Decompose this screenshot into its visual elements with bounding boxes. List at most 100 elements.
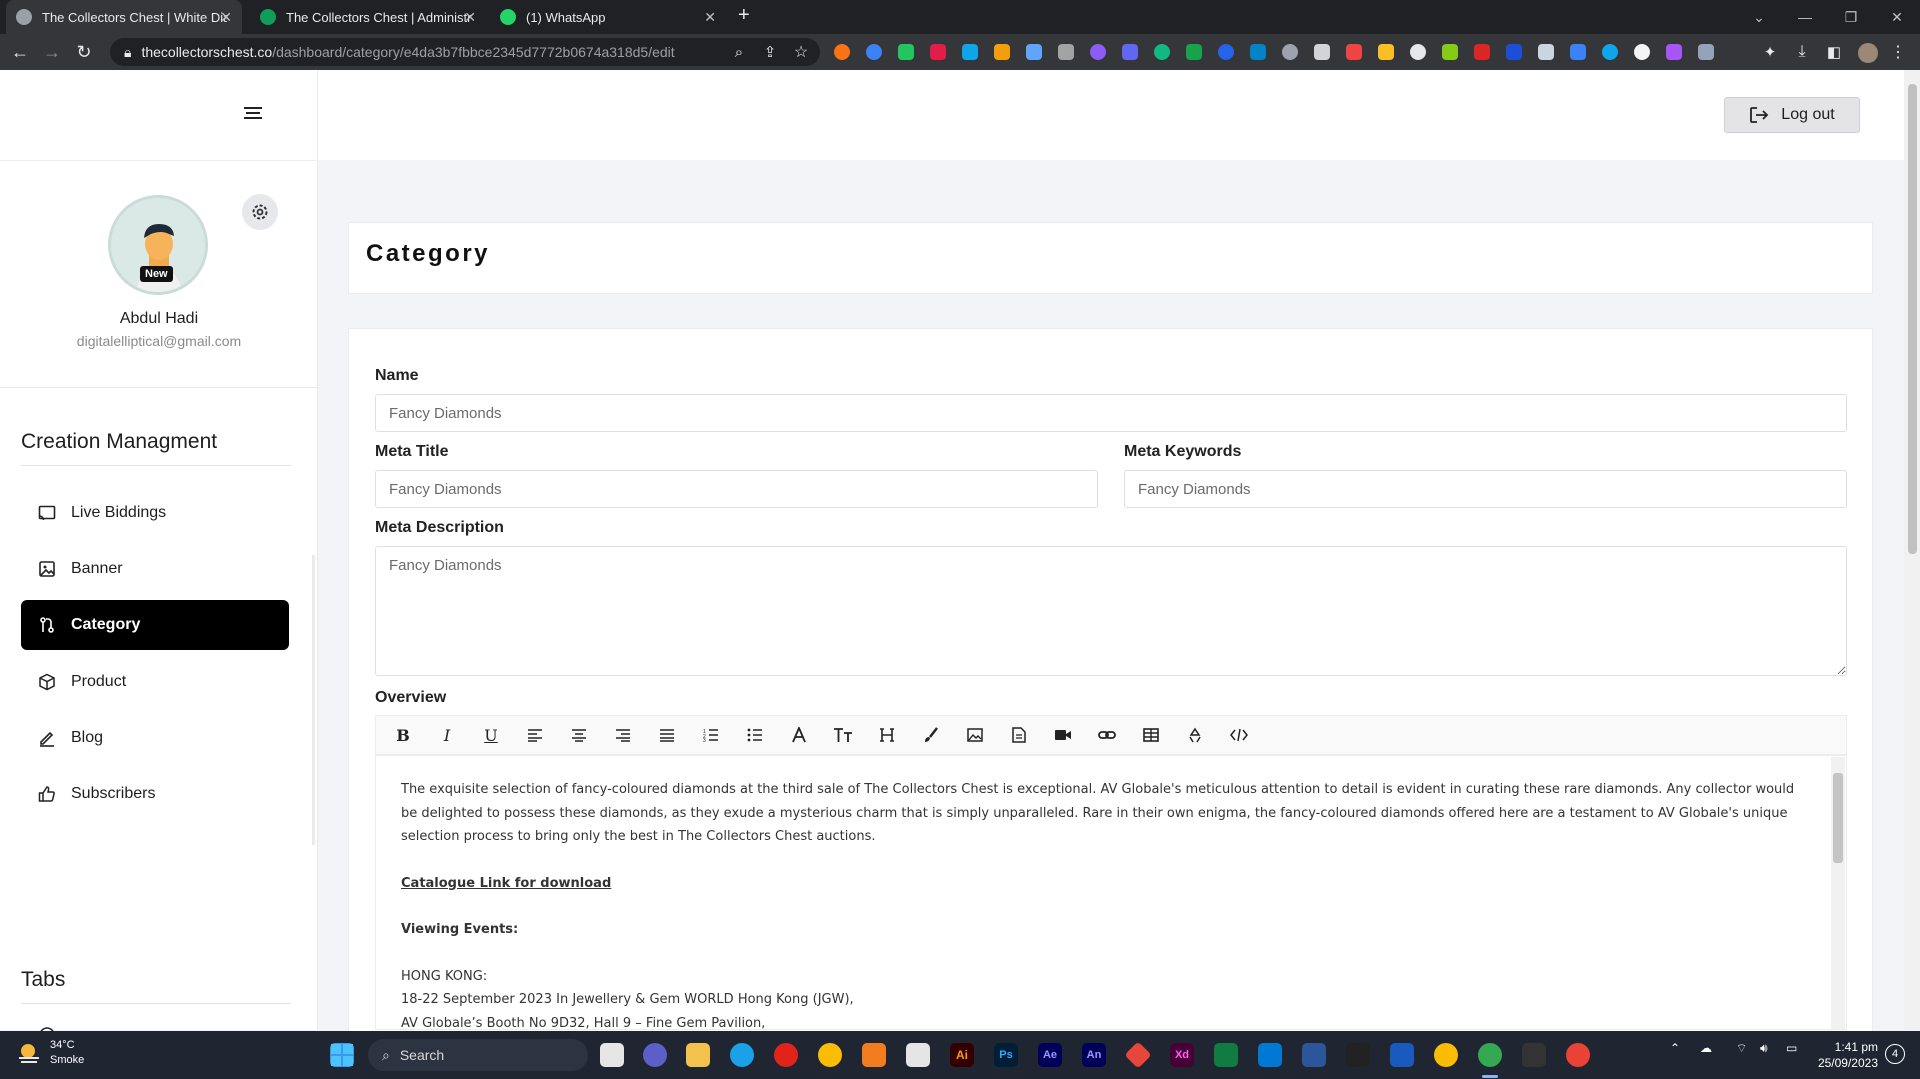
extension-icon[interactable] [1218, 44, 1234, 60]
photoshop-icon[interactable]: Ps [994, 1043, 1018, 1067]
taskbar-search[interactable]: ⌕ Search [368, 1039, 588, 1071]
extension-icon[interactable] [1250, 44, 1266, 60]
extension-icon[interactable] [1634, 44, 1650, 60]
meta-title-input[interactable] [375, 470, 1098, 508]
tab-close-icon[interactable]: ✕ [464, 9, 476, 26]
restore-icon[interactable]: ❐ [1828, 0, 1874, 34]
browser-tab-3[interactable]: (1) WhatsApp ✕ [490, 0, 726, 34]
reload-icon[interactable]: ↻ [72, 41, 96, 63]
close-window-icon[interactable]: ✕ [1874, 0, 1920, 34]
extension-icon[interactable] [1698, 44, 1714, 60]
animate-icon[interactable]: An [1082, 1043, 1106, 1067]
extension-icon[interactable] [962, 44, 978, 60]
bullet-list-button[interactable] [733, 719, 777, 751]
insert-video-button[interactable] [1041, 719, 1085, 751]
start-button[interactable] [330, 1043, 354, 1067]
tab-search-icon[interactable]: ⌄ [1736, 0, 1782, 34]
app-icon[interactable] [1302, 1043, 1326, 1067]
onedrive-icon[interactable]: ☁ [1700, 1041, 1712, 1055]
menu-toggle-icon[interactable] [243, 106, 263, 122]
extension-icon[interactable] [1346, 44, 1362, 60]
bold-button[interactable]: B [381, 719, 425, 751]
extension-icon[interactable] [1154, 44, 1170, 60]
extension-icon[interactable] [1314, 44, 1330, 60]
insert-file-button[interactable] [997, 719, 1041, 751]
tray-expand-icon[interactable]: ⌃ [1670, 1041, 1680, 1055]
insert-table-button[interactable] [1129, 719, 1173, 751]
address-bar[interactable]: 🔒︎ thecollectorschest.co/dashboard/categ… [110, 38, 820, 66]
extension-icon[interactable] [1122, 44, 1138, 60]
chrome-icon[interactable] [818, 1043, 842, 1067]
volume-icon[interactable]: 🔊︎ [1760, 1041, 1768, 1056]
sidebar-item-subscribers[interactable]: Subscribers [21, 769, 289, 819]
file-explorer-icon[interactable] [686, 1043, 710, 1067]
share-icon[interactable]: ⇪ [758, 41, 782, 63]
weather-widget[interactable]: 34°C Smoke [16, 1038, 84, 1068]
chrome-profile-icon[interactable] [1478, 1043, 1502, 1067]
vscode-icon[interactable] [1258, 1043, 1282, 1067]
extension-icon[interactable] [1282, 44, 1298, 60]
after-effects-icon[interactable]: Ae [1038, 1043, 1062, 1067]
extensions-puzzle-icon[interactable]: ✦ [1758, 41, 1782, 63]
italic-button[interactable]: I [425, 719, 469, 751]
sidebar-scrollbar[interactable] [312, 555, 315, 845]
back-icon[interactable]: ← [8, 41, 32, 63]
illustrator-icon[interactable]: Ai [950, 1043, 974, 1067]
insert-link-button[interactable] [1085, 719, 1129, 751]
extension-icon[interactable] [1602, 44, 1618, 60]
notification-badge[interactable]: 4 [1885, 1044, 1905, 1064]
extension-icon[interactable] [1410, 44, 1426, 60]
extension-icon[interactable] [898, 44, 914, 60]
editor-scrollbar-thumb[interactable] [1833, 773, 1843, 863]
profile-avatar-icon[interactable] [1858, 43, 1878, 63]
xd-icon[interactable]: Xd [1170, 1043, 1194, 1067]
sidebar-item-blog[interactable]: Blog [21, 713, 289, 763]
extension-icon[interactable] [1474, 44, 1490, 60]
wifi-icon[interactable]: ⌔ [1736, 1041, 1747, 1056]
name-input[interactable] [375, 394, 1847, 432]
extension-icon[interactable] [1090, 44, 1106, 60]
sidebar-item-live-biddings[interactable]: Live Biddings [21, 488, 289, 538]
insert-image-button[interactable] [953, 719, 997, 751]
extension-icon[interactable] [1026, 44, 1042, 60]
xampp-icon[interactable] [862, 1043, 886, 1067]
heading-button[interactable] [865, 719, 909, 751]
extension-icon[interactable] [1666, 44, 1682, 60]
app-icon[interactable] [1346, 1043, 1370, 1067]
underline-button[interactable]: U [469, 719, 513, 751]
align-right-button[interactable] [601, 719, 645, 751]
page-scrollbar[interactable] [1904, 70, 1920, 1030]
align-left-button[interactable] [513, 719, 557, 751]
tab-close-icon[interactable]: ✕ [220, 9, 232, 26]
extension-icon[interactable] [930, 44, 946, 60]
meta-description-textarea[interactable]: Fancy Diamonds [375, 546, 1847, 676]
code-view-button[interactable] [1217, 719, 1261, 751]
extension-icon[interactable] [1378, 44, 1394, 60]
chrome-profile-icon[interactable] [1434, 1043, 1458, 1067]
sidebar-item-category[interactable]: Category [21, 600, 289, 650]
store-icon[interactable] [906, 1043, 930, 1067]
extension-icon[interactable] [1506, 44, 1522, 60]
clear-format-button[interactable] [1173, 719, 1217, 751]
extension-icon[interactable] [1442, 44, 1458, 60]
chrome-profile-icon[interactable] [1566, 1043, 1590, 1067]
text-color-button[interactable] [909, 719, 953, 751]
ordered-list-button[interactable]: 123 [689, 719, 733, 751]
editor-scrollbar[interactable] [1831, 757, 1845, 1029]
logout-button[interactable]: Log out [1724, 97, 1860, 133]
terminal-icon[interactable] [1522, 1043, 1546, 1067]
extension-icon[interactable] [1570, 44, 1586, 60]
align-center-button[interactable] [557, 719, 601, 751]
page-scrollbar-thumb[interactable] [1908, 84, 1917, 554]
minimize-icon[interactable]: — [1782, 0, 1828, 34]
teams-icon[interactable] [643, 1043, 667, 1067]
overview-editor[interactable]: The exquisite selection of fancy-coloure… [375, 755, 1847, 1030]
extension-icon[interactable] [866, 44, 882, 60]
tab-close-icon[interactable]: ✕ [704, 9, 716, 26]
git-icon[interactable] [1124, 1041, 1152, 1069]
sidebar-item-product[interactable]: Product [21, 657, 289, 707]
browser-tab-2[interactable]: The Collectors Chest | Administrati ✕ [250, 0, 486, 34]
side-panel-icon[interactable]: ◧ [1822, 41, 1846, 63]
opera-icon[interactable] [774, 1043, 798, 1067]
browser-menu-icon[interactable]: ⋮ [1886, 41, 1910, 63]
